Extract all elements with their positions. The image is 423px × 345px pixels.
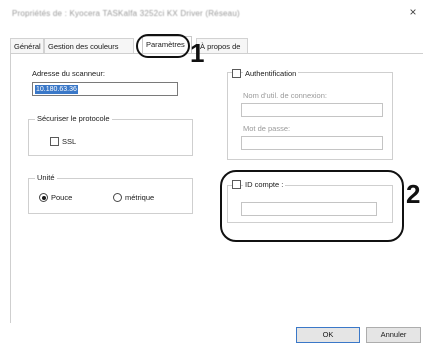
- scanner-address-label: Adresse du scanneur:: [32, 69, 105, 78]
- ssl-checkbox[interactable]: [50, 137, 59, 146]
- callout-oval-2: [220, 170, 404, 242]
- password-input[interactable]: [241, 136, 383, 150]
- radio-inch-label: Pouce: [51, 193, 73, 202]
- scanner-address-input[interactable]: 10.180.63.36: [32, 82, 178, 96]
- callout-oval-1: [136, 34, 190, 58]
- window-title: Propriétés de : Kyocera TASKalfa 3252ci …: [12, 9, 240, 18]
- cancel-button[interactable]: Annuler: [366, 327, 421, 343]
- scanner-address-value: 10.180.63.36: [35, 85, 78, 94]
- callout-number-2: 2: [406, 179, 421, 209]
- ssl-label: SSL: [62, 137, 77, 146]
- close-button[interactable]: ×: [406, 4, 420, 20]
- login-name-input[interactable]: [241, 103, 383, 117]
- authentication-checkbox[interactable]: [232, 69, 241, 78]
- unit-title: Unité: [35, 173, 57, 182]
- password-label: Mot de passe:: [243, 124, 291, 133]
- tab-general[interactable]: Général: [10, 38, 44, 53]
- radio-inch[interactable]: [39, 193, 48, 202]
- callout-number-1: 1: [190, 38, 205, 68]
- login-name-label: Nom d'util. de connexion:: [243, 91, 327, 100]
- properties-dialog: Propriétés de : Kyocera TASKalfa 3252ci …: [0, 0, 423, 345]
- authentication-title: Authentification: [243, 69, 299, 78]
- radio-metric[interactable]: [113, 193, 122, 202]
- ok-button[interactable]: OK: [296, 327, 360, 343]
- radio-metric-label: métrique: [125, 193, 155, 202]
- secure-protocol-title: Sécuriser le protocole: [35, 114, 112, 123]
- tab-color-management[interactable]: Gestion des couleurs: [44, 38, 134, 53]
